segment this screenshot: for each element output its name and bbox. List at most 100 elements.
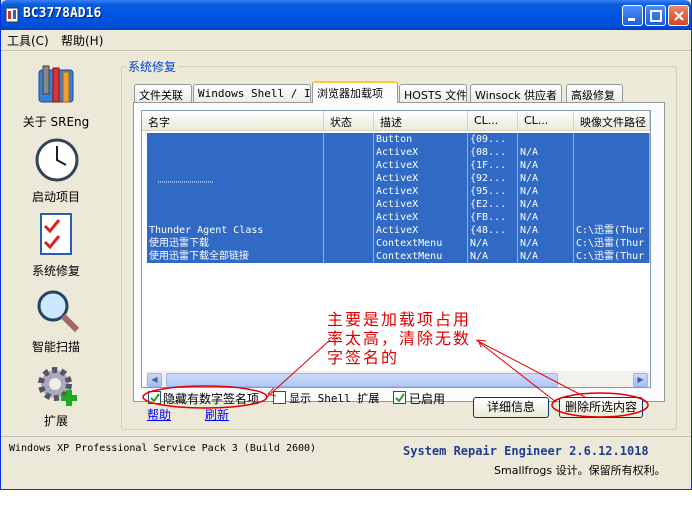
scroll-left-button[interactable]: ◀ — [147, 373, 162, 387]
table-cell: ActiveX — [374, 198, 468, 211]
table-row[interactable]: ActiveX {1F... N/A — [147, 159, 650, 172]
list-header: 名字 状态 描述 CL... CL... 映像文件路径 — [142, 111, 650, 131]
minimize-icon — [628, 18, 635, 21]
table-row[interactable]: Thunder Agent Class ActiveX {48... N/A C:\迅雷… — [147, 224, 650, 237]
checkmark-icon — [150, 393, 160, 403]
column-header-clsid[interactable]: CL... — [468, 111, 518, 131]
table-cell — [324, 224, 374, 237]
table-row[interactable]: 使用迅雷下载全部链接 ContextMenu N/A N/A C:\迅雷(Thur — [147, 250, 650, 263]
app-window: BC3778AD16 工具(C) 帮助(H) 关于 SREng 启动项目 系统修… — [0, 0, 692, 490]
maximize-button[interactable] — [645, 5, 666, 26]
table-cell: ActiveX — [374, 146, 468, 159]
table-cell — [324, 237, 374, 250]
table-cell — [574, 172, 650, 185]
tab-advanced[interactable]: 高级修复 — [566, 84, 623, 102]
annotation-text: 主要是加载项占用 率太高，清除无数 字签名的 — [327, 310, 472, 367]
show-shell-label: 显示 Shell 扩展 — [289, 392, 380, 405]
checklist-icon — [40, 213, 72, 255]
hide-signed-checkbox[interactable] — [148, 391, 161, 404]
menu-tools[interactable]: 工具(C) — [7, 32, 49, 49]
menu-bar: 工具(C) 帮助(H) — [1, 30, 691, 50]
sidebar-item-label: 智能扫描 — [31, 340, 80, 354]
table-cell — [324, 172, 374, 185]
table-cell: N/A — [518, 185, 574, 198]
table-cell: ActiveX — [374, 159, 468, 172]
table-row[interactable]: Button {09... — [147, 133, 650, 146]
table-cell: ActiveX — [374, 211, 468, 224]
maximize-icon — [650, 10, 662, 22]
table-row[interactable]: ActiveX {FB... N/A — [147, 211, 650, 224]
table-row[interactable]: ActiveX {92... N/A — [147, 172, 650, 185]
focus-dots — [158, 181, 214, 183]
sidebar-item-label: 启动项目 — [31, 190, 80, 204]
table-cell: N/A — [518, 224, 574, 237]
tab-hosts[interactable]: HOSTS 文件 — [399, 84, 467, 102]
table-cell: {92... — [468, 172, 518, 185]
scroll-thumb[interactable] — [166, 373, 558, 387]
column-header-desc[interactable]: 描述 — [374, 111, 468, 131]
column-header-path[interactable]: 映像文件路径 — [574, 111, 650, 131]
refresh-link[interactable]: 刷新 — [205, 406, 229, 423]
checkmark-icon — [395, 393, 405, 403]
table-cell: ActiveX — [374, 172, 468, 185]
table-cell: {FB... — [468, 211, 518, 224]
tab-shell-ie[interactable]: Windows Shell / IE — [193, 84, 311, 102]
table-row[interactable]: ActiveX {E2... N/A — [147, 198, 650, 211]
table-cell: 使用迅雷下载 — [147, 237, 324, 250]
table-cell: {95... — [468, 185, 518, 198]
column-header-status[interactable]: 状态 — [324, 111, 374, 131]
table-cell — [324, 133, 374, 146]
column-header-name[interactable]: 名字 — [142, 111, 324, 131]
gear-plus-icon — [38, 367, 77, 406]
table-row[interactable]: 使用迅雷下载 ContextMenu N/A N/A C:\迅雷(Thur — [147, 237, 650, 250]
table-cell — [147, 211, 324, 224]
table-cell — [574, 198, 650, 211]
os-info: Windows XP Professional Service Pack 3 (… — [9, 443, 317, 454]
table-cell: {08... — [468, 146, 518, 159]
tab-winsock[interactable]: Winsock 供应者 — [470, 84, 562, 102]
app-icon — [5, 7, 19, 23]
table-cell: N/A — [518, 211, 574, 224]
details-button[interactable]: 详细信息 — [473, 397, 549, 418]
enabled-checkbox[interactable] — [393, 391, 406, 404]
table-cell — [574, 185, 650, 198]
table-cell: {09... — [468, 133, 518, 146]
product-version: System Repair Engineer 2.6.12.1018 — [403, 444, 649, 458]
table-cell: N/A — [518, 146, 574, 159]
window-title: BC3778AD16 — [23, 6, 102, 21]
table-cell — [324, 159, 374, 172]
table-cell — [574, 133, 650, 146]
copyright-text: Smallfrogs 设计。保留所有权利。 — [494, 464, 666, 477]
close-icon — [674, 11, 684, 21]
enabled-label: 已启用 — [409, 392, 446, 406]
table-cell: ContextMenu — [374, 250, 468, 263]
sidebar-item-label: 系统修复 — [31, 264, 80, 278]
tab-browser-addons[interactable]: 浏览器加载项 — [312, 81, 398, 103]
table-cell — [324, 185, 374, 198]
table-cell — [574, 159, 650, 172]
column-header-cl2[interactable]: CL... — [518, 111, 574, 131]
tab-file-assoc[interactable]: 文件关联 — [134, 84, 192, 102]
scroll-right-button[interactable]: ▶ — [633, 373, 648, 387]
table-cell — [147, 159, 324, 172]
table-cell — [574, 211, 650, 224]
menu-help[interactable]: 帮助(H) — [61, 32, 103, 49]
table-cell: 使用迅雷下载全部链接 — [147, 250, 324, 263]
table-row[interactable]: ActiveX {08... N/A — [147, 146, 650, 159]
table-row[interactable]: ActiveX {95... N/A — [147, 185, 650, 198]
table-cell: N/A — [518, 172, 574, 185]
show-shell-checkbox[interactable] — [273, 391, 286, 404]
delete-selected-button[interactable]: 删除所选内容 — [559, 397, 643, 418]
menu-divider — [1, 50, 691, 51]
help-link[interactable]: 帮助 — [147, 406, 171, 423]
minimize-button[interactable] — [622, 5, 643, 26]
horizontal-scrollbar[interactable]: ◀ ▶ — [146, 371, 650, 387]
table-cell: {E2... — [468, 198, 518, 211]
table-cell: N/A — [468, 250, 518, 263]
table-cell: Button — [374, 133, 468, 146]
title-bar[interactable]: BC3778AD16 — [1, 0, 691, 30]
table-cell: C:\迅雷(Thur — [574, 250, 650, 263]
close-button[interactable] — [668, 5, 689, 26]
status-divider — [1, 436, 691, 437]
table-cell — [324, 198, 374, 211]
